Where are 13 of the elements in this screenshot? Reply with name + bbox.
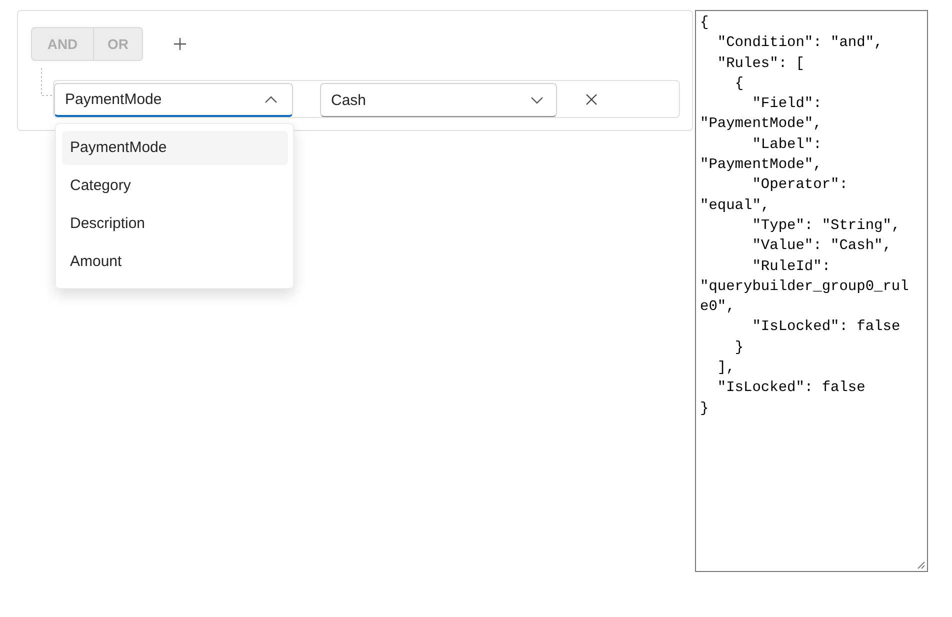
field-option[interactable]: Description	[62, 207, 288, 241]
field-option[interactable]: Category	[62, 169, 288, 203]
caret-icon	[531, 96, 543, 104]
close-icon	[586, 94, 596, 104]
plus-icon	[174, 38, 186, 50]
field-option[interactable]: PaymentMode	[62, 131, 288, 165]
field-dropdown[interactable]: PaymentMode	[54, 83, 293, 117]
resize-grip-icon[interactable]	[917, 561, 925, 569]
field-option[interactable]: Amount	[62, 245, 288, 279]
caret-icon	[265, 96, 277, 103]
connector-line	[41, 68, 53, 96]
json-output-field[interactable]: { "Condition": "and", "Rules": [ { "Field": "PaymentMode", "Label": "PaymentMode", "Operator": "equal", "Type": "String", "Value": "Cash", "RuleId": "querybuilder_group0_rule0", "IsLocked": false } ], "IsLocked": false }	[695, 10, 928, 572]
value-dropdown[interactable]: Cash	[320, 83, 557, 117]
